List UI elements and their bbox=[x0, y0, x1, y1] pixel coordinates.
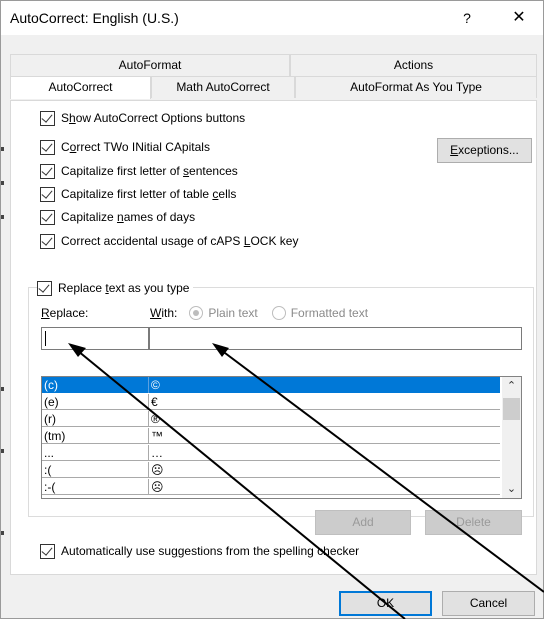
option-two-initial-capitals[interactable]: Correct TWo INitial CApitals bbox=[40, 138, 210, 156]
option-replace-text-as-you-type[interactable]: Replace text as you type bbox=[37, 279, 194, 297]
delete-button[interactable]: Delete bbox=[425, 510, 522, 535]
tab-actions[interactable]: Actions bbox=[290, 54, 537, 76]
window-title: AutoCorrect: English (U.S.) bbox=[10, 10, 179, 26]
tab-math-autocorrect[interactable]: Math AutoCorrect bbox=[151, 76, 295, 98]
add-button[interactable]: Add bbox=[315, 510, 411, 535]
checkbox-checked[interactable] bbox=[40, 110, 55, 126]
tab-row-front: AutoCorrect Math AutoCorrect AutoFormat … bbox=[10, 76, 537, 99]
list-item[interactable]: (r) ® bbox=[42, 411, 500, 427]
tab-row-back: AutoFormat Actions bbox=[10, 54, 537, 76]
checkbox-checked[interactable] bbox=[40, 139, 55, 155]
exceptions-button[interactable]: Exceptions... bbox=[437, 138, 532, 163]
edge-mark bbox=[1, 531, 4, 535]
checkbox-checked[interactable] bbox=[40, 233, 55, 249]
option-capitalize-table-cells[interactable]: Capitalize first letter of table cells bbox=[40, 185, 236, 203]
scroll-up-icon[interactable]: ⌃ bbox=[502, 377, 521, 395]
list-item[interactable]: ...… bbox=[42, 445, 500, 461]
title-bar: AutoCorrect: English (U.S.) ? ✕ bbox=[1, 1, 543, 35]
formatted-text-label: Formatted text bbox=[290, 306, 369, 320]
edge-mark bbox=[1, 387, 4, 391]
replace-input[interactable] bbox=[41, 327, 149, 350]
list-scrollbar[interactable]: ⌃ ⌄ bbox=[502, 377, 521, 498]
checkbox-checked[interactable] bbox=[37, 280, 52, 296]
replace-label: Replace: bbox=[41, 306, 89, 320]
close-button[interactable]: ✕ bbox=[506, 6, 532, 30]
option-caps-lock[interactable]: Correct accidental usage of cAPS LOCK ke… bbox=[40, 232, 298, 250]
checkbox-checked[interactable] bbox=[40, 163, 55, 179]
edge-mark bbox=[1, 215, 4, 219]
autocorrect-entries-list[interactable]: (c) © (e) € (r) ® (tm) ™ ...… :(☹ :-(☹ ⌃ ⌄ bbox=[41, 376, 522, 499]
text-caret bbox=[45, 331, 46, 346]
cancel-button[interactable]: Cancel bbox=[442, 591, 535, 616]
plain-text-label: Plain text bbox=[208, 306, 258, 320]
plain-text-radio[interactable] bbox=[189, 306, 204, 320]
edge-mark bbox=[1, 181, 4, 185]
list-item[interactable]: :-(☹ bbox=[42, 479, 500, 495]
option-spelling-suggestions[interactable]: Automatically use suggestions from the s… bbox=[40, 542, 359, 560]
tab-autoformat[interactable]: AutoFormat bbox=[10, 54, 290, 76]
edge-mark bbox=[1, 449, 4, 453]
list-item[interactable]: (e) € bbox=[42, 394, 500, 410]
option-capitalize-sentences[interactable]: Capitalize first letter of sentences bbox=[40, 162, 238, 180]
ok-button[interactable]: OK bbox=[339, 591, 432, 616]
edge-mark bbox=[1, 147, 4, 151]
formatted-text-radio[interactable] bbox=[271, 306, 286, 320]
scroll-thumb[interactable] bbox=[503, 398, 520, 420]
checkbox-checked[interactable] bbox=[40, 186, 55, 202]
option-capitalize-days[interactable]: Capitalize names of days bbox=[40, 208, 195, 226]
help-button[interactable]: ? bbox=[456, 6, 478, 30]
autocorrect-dialog: AutoCorrect: English (U.S.) ? ✕ AutoForm… bbox=[0, 0, 544, 619]
checkbox-checked[interactable] bbox=[40, 543, 55, 559]
list-item[interactable]: :(☹ bbox=[42, 462, 500, 478]
with-input[interactable] bbox=[149, 327, 522, 350]
list-item[interactable]: (c) © bbox=[42, 377, 500, 393]
tab-autocorrect[interactable]: AutoCorrect bbox=[10, 76, 151, 99]
list-item[interactable]: (tm) ™ bbox=[42, 428, 500, 444]
tab-autoformat-as-you-type[interactable]: AutoFormat As You Type bbox=[295, 76, 537, 98]
checkbox-checked[interactable] bbox=[40, 209, 55, 225]
with-label: With: bbox=[150, 306, 178, 320]
with-label-row: With: Plain text Formatted text bbox=[150, 304, 368, 322]
scroll-down-icon[interactable]: ⌄ bbox=[502, 480, 521, 498]
option-show-autocorrect-buttons[interactable]: Show AutoCorrect Options buttons bbox=[40, 109, 245, 127]
